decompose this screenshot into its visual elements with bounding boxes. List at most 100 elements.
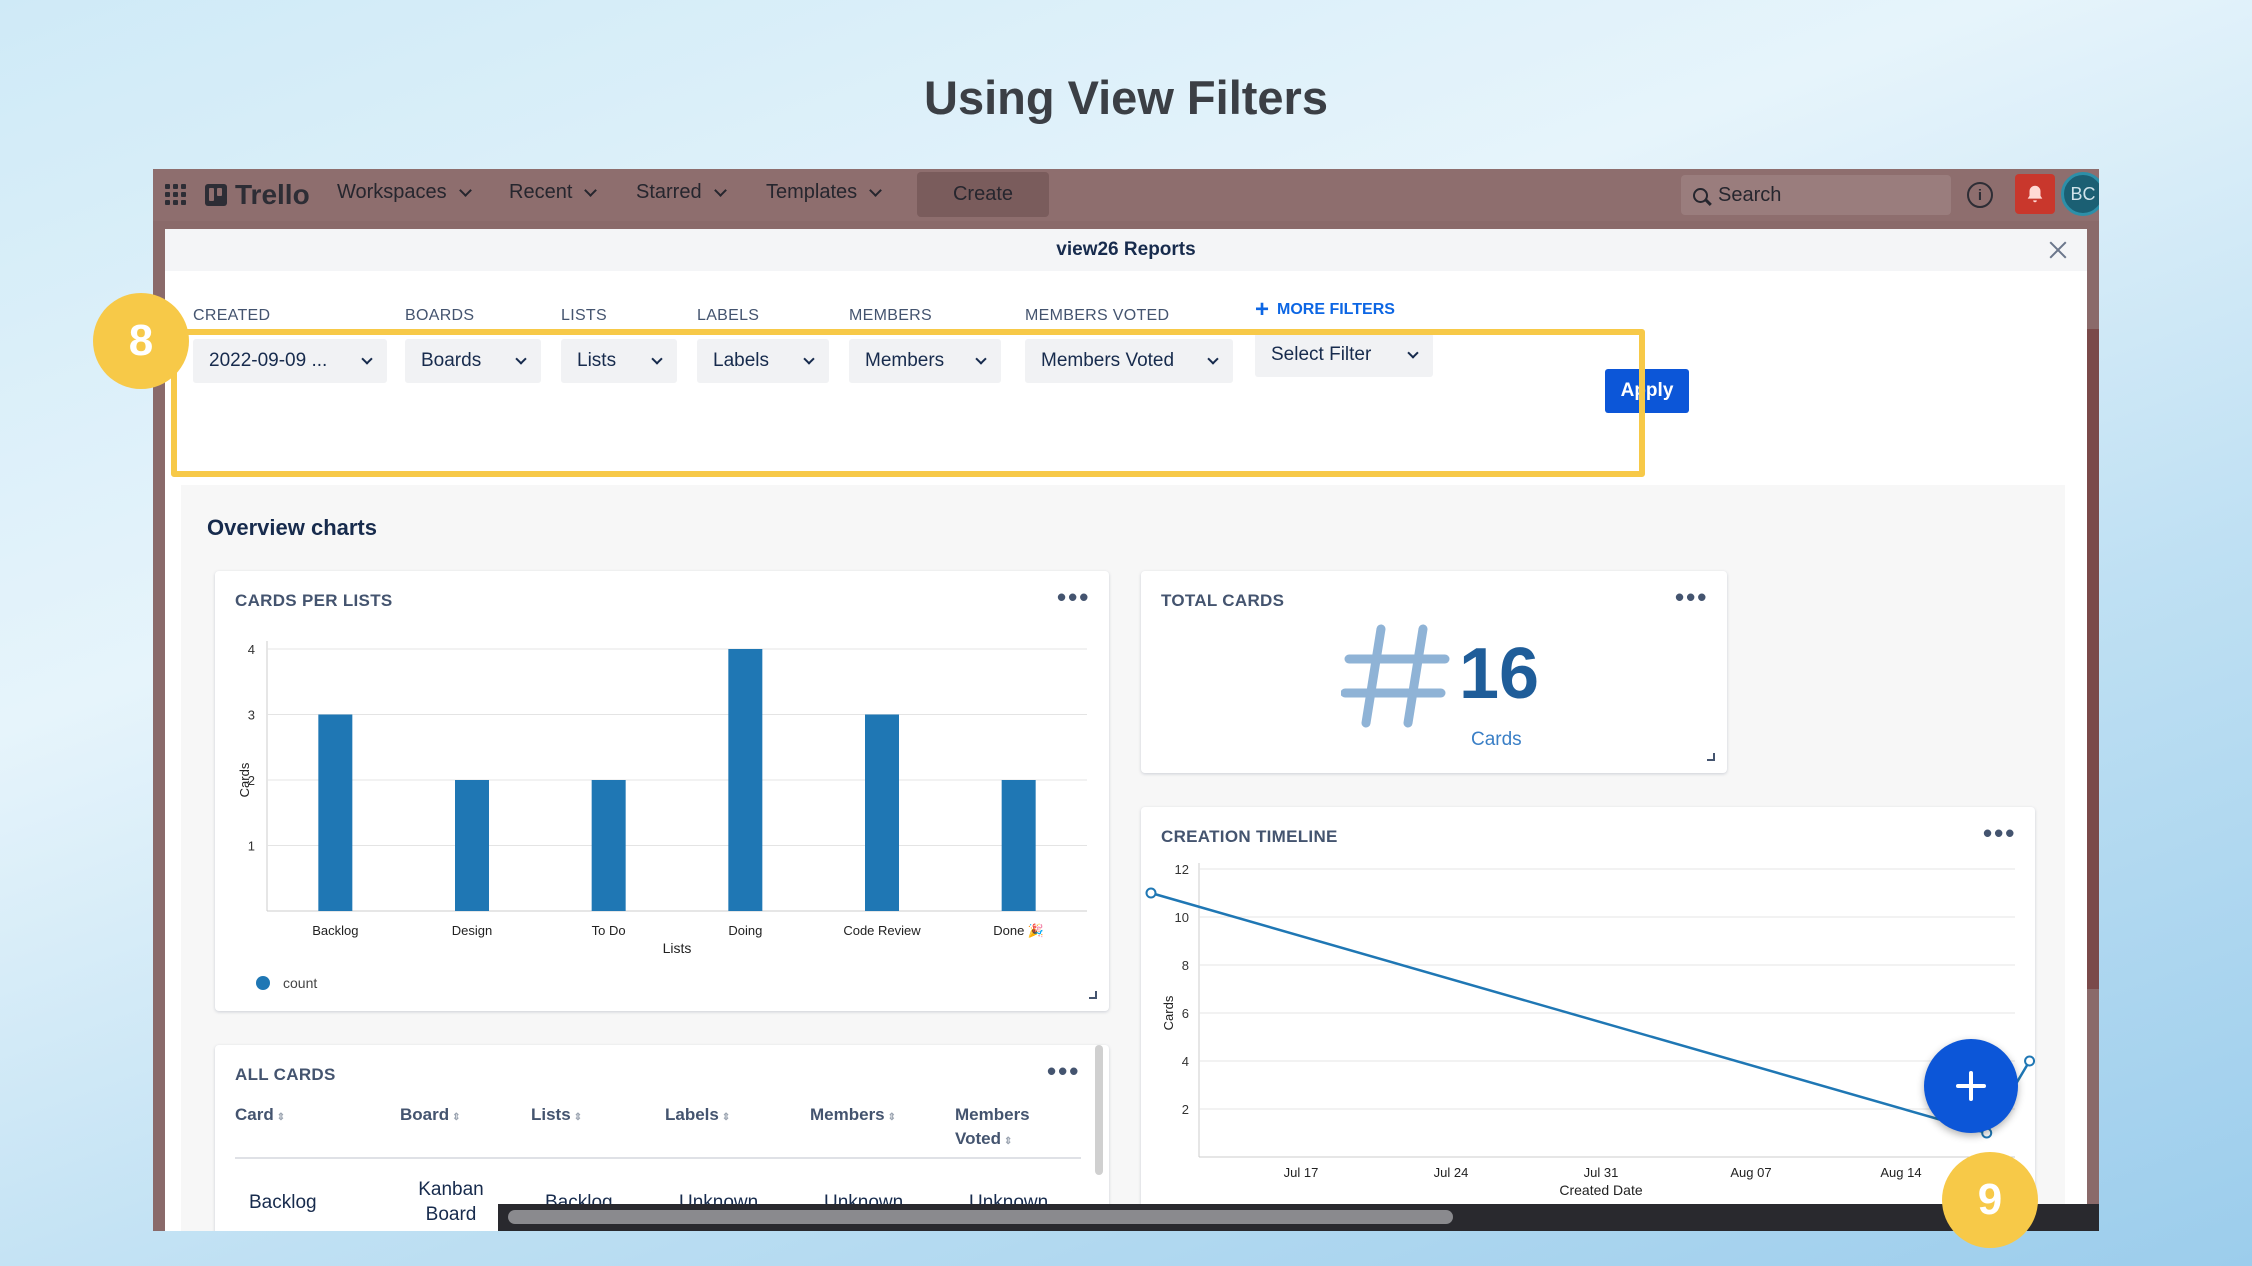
- resize-handle-icon[interactable]: [1089, 991, 1097, 999]
- nav-workspaces-label: Workspaces: [337, 181, 447, 203]
- filter-labels: LABELS Labels: [697, 307, 829, 383]
- lists-dropdown[interactable]: Lists: [561, 339, 677, 383]
- boards-dropdown[interactable]: Boards: [405, 339, 541, 383]
- table-header-divider: [235, 1157, 1081, 1159]
- creation-timeline-chart: 2 4 6 8 10 12 Jul 17 Jul 24 Jul 31 Aug 07 Aug 14 Cr…: [1145, 862, 2035, 1227]
- horizontal-scrollbar[interactable]: [498, 1204, 2099, 1231]
- x-tick-label: Jul 24: [1434, 1165, 1469, 1180]
- filter-members-voted-label: MEMBERS VOTED: [1025, 307, 1170, 324]
- chevron-down-icon: [869, 183, 883, 197]
- more-options-icon[interactable]: •••: [1675, 584, 1708, 610]
- data-point-1: [1145, 887, 1157, 899]
- select-filter-dropdown[interactable]: Select Filter: [1255, 333, 1433, 377]
- nav-starred[interactable]: Starred: [636, 181, 727, 204]
- notifications-bell-icon[interactable]: [2015, 174, 2055, 214]
- filter-members-label: MEMBERS: [849, 307, 932, 324]
- chevron-down-icon: [1407, 346, 1419, 359]
- column-header-members-voted[interactable]: Members Voted ⇕: [955, 1103, 1045, 1154]
- creation-timeline-card: CREATION TIMELINE ••• 2 4 6 8 10 12 Jul 17 Jul …: [1141, 807, 2035, 1231]
- search-icon: [1693, 187, 1708, 203]
- total-cards-unit: Cards: [1471, 729, 1522, 750]
- step-badge-9: 9: [1942, 1152, 2038, 1248]
- column-header-labels[interactable]: Labels ⇕: [665, 1103, 730, 1130]
- nav-recent-label: Recent: [509, 181, 573, 203]
- members-voted-dropdown[interactable]: Members Voted: [1025, 339, 1233, 383]
- labels-dropdown[interactable]: Labels: [697, 339, 829, 383]
- create-button[interactable]: Create: [917, 172, 1049, 217]
- reports-modal: view26 Reports CREATED 2022-09-09 ... BO…: [165, 229, 2087, 1231]
- apply-button[interactable]: Apply: [1605, 369, 1689, 413]
- bell-icon: [2027, 185, 2043, 203]
- trello-logo-icon: [205, 184, 227, 206]
- x-tick-label: Jul 31: [1584, 1165, 1619, 1180]
- column-header-board[interactable]: Board ⇕: [400, 1103, 461, 1130]
- x-tick-label: Doing: [728, 923, 762, 938]
- nav-recent[interactable]: Recent: [509, 181, 598, 204]
- filter-created-label: CREATED: [193, 307, 271, 324]
- logo-text: Trello: [235, 179, 310, 210]
- resize-handle-icon[interactable]: [1707, 753, 1715, 761]
- chevron-down-icon: [458, 183, 472, 197]
- hash-icon: [1341, 624, 1450, 728]
- cards-per-lists-chart: 1234Backlog Design To Do Doing Code Review Do…: [237, 641, 1087, 991]
- add-fab-button[interactable]: [1924, 1039, 2018, 1133]
- y-tick-label: 10: [1175, 910, 1189, 925]
- column-header-lists[interactable]: Lists ⇕: [531, 1103, 582, 1130]
- chevron-down-icon: [975, 352, 987, 365]
- apps-grid-icon[interactable]: [165, 184, 187, 206]
- chevron-down-icon: [584, 183, 598, 197]
- filter-lists-label: LISTS: [561, 307, 607, 324]
- total-cards-card: TOTAL CARDS ••• 16 Cards: [1141, 571, 1727, 773]
- x-tick-label: Design: [452, 923, 492, 938]
- bar-3: [591, 780, 626, 911]
- overview-section: Overview charts CARDS PER LISTS ••• 1234…: [181, 485, 2065, 1231]
- more-options-icon[interactable]: •••: [1047, 1058, 1080, 1084]
- filter-labels-label: LABELS: [697, 307, 760, 324]
- nav-templates[interactable]: Templates: [766, 181, 883, 204]
- x-tick-label: Code Review: [843, 923, 921, 938]
- cards-per-lists-card: CARDS PER LISTS ••• 1 2 3 4 Backlog Design To …: [215, 571, 1109, 1011]
- y-tick-label: 8: [1182, 958, 1189, 973]
- column-header-card[interactable]: Card ⇕: [235, 1103, 285, 1130]
- modal-header: view26 Reports: [165, 229, 2087, 271]
- members-dropdown[interactable]: Members: [849, 339, 1001, 383]
- search-input[interactable]: Search: [1681, 175, 1951, 215]
- sort-icon: ⇕: [1003, 1136, 1013, 1147]
- horizontal-scrollbar-thumb[interactable]: [508, 1210, 1453, 1224]
- column-header-members-voted-label: Members Voted: [955, 1105, 1030, 1148]
- column-header-card-label: Card: [235, 1105, 274, 1124]
- x-tick-label: Aug 14: [1880, 1165, 1921, 1180]
- x-tick-label: Done 🎉: [993, 923, 1044, 939]
- close-icon[interactable]: [2047, 239, 2069, 261]
- table-scrollbar[interactable]: [1095, 1045, 1103, 1175]
- modal-title: view26 Reports: [1056, 239, 1196, 260]
- more-filters-label: MORE FILTERS: [1277, 301, 1395, 318]
- nav-workspaces[interactable]: Workspaces: [337, 181, 472, 204]
- x-tick-label: Backlog: [312, 923, 358, 938]
- plus-icon: +: [1255, 296, 1270, 323]
- data-point-3: [2024, 1055, 2035, 1067]
- trello-logo[interactable]: Trello: [205, 179, 310, 211]
- more-filters-button[interactable]: + MORE FILTERS: [1255, 296, 1433, 323]
- chevron-down-icon: [515, 352, 527, 365]
- avatar[interactable]: BC: [2061, 172, 2099, 216]
- filter-bar: CREATED 2022-09-09 ... BOARDS Boards LIS…: [165, 271, 2087, 423]
- y-axis-title: Cards: [1161, 995, 1176, 1030]
- page-title: Using View Filters: [924, 71, 1328, 124]
- nav-templates-label: Templates: [766, 181, 858, 203]
- created-dropdown[interactable]: 2022-09-09 ...: [193, 339, 387, 383]
- info-icon[interactable]: i: [1967, 182, 1993, 208]
- column-header-members-label: Members: [810, 1105, 885, 1124]
- lists-value: Lists: [577, 350, 617, 371]
- cell-card: Backlog: [249, 1192, 317, 1213]
- nav-starred-label: Starred: [636, 181, 702, 203]
- column-header-labels-label: Labels: [665, 1105, 719, 1124]
- column-header-members[interactable]: Members ⇕: [810, 1103, 896, 1130]
- legend-marker: [256, 976, 270, 990]
- bar-2: [455, 780, 489, 911]
- filter-more: + MORE FILTERS Select Filter: [1255, 296, 1433, 377]
- chevron-down-icon: [803, 352, 815, 365]
- created-value: 2022-09-09 ...: [209, 350, 328, 371]
- chevron-down-icon: [651, 352, 663, 365]
- bar-4: [728, 649, 763, 911]
